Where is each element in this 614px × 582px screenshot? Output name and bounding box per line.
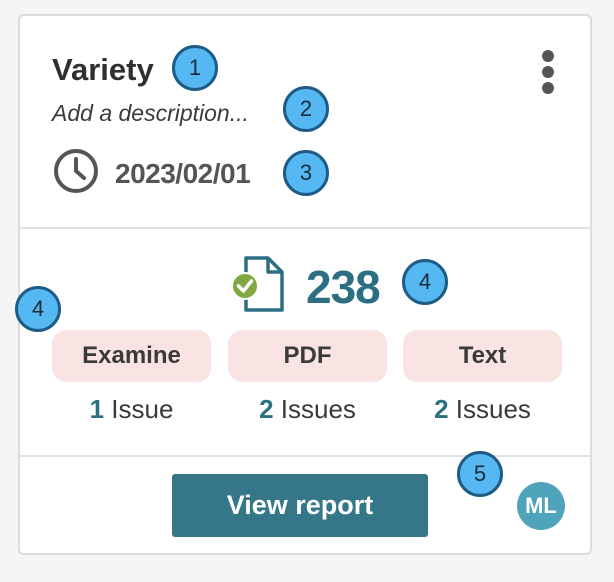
issue-count-pdf: 2 Issues: [228, 394, 387, 425]
kebab-menu-icon[interactable]: [540, 50, 556, 96]
annotation-marker: 1: [172, 45, 218, 91]
date-text: 2023/02/01: [115, 157, 251, 189]
issue-label: Issue: [111, 394, 174, 424]
category-pdf[interactable]: PDF: [228, 330, 387, 382]
issue-label: Issues: [455, 394, 531, 424]
clock-icon: [52, 147, 100, 200]
document-count-row: 238: [230, 254, 381, 319]
card-title[interactable]: Variety: [52, 52, 154, 88]
view-report-button[interactable]: View report: [172, 474, 428, 537]
issue-number: 2: [434, 394, 449, 424]
annotation-marker: 4: [15, 286, 61, 332]
issue-count-examine: 1 Issue: [52, 394, 211, 425]
annotation-marker: 3: [283, 150, 329, 196]
document-check-icon: [230, 254, 288, 319]
issue-count-text: 2 Issues: [403, 394, 562, 425]
issue-number: 2: [259, 394, 274, 424]
divider: [20, 227, 590, 229]
description-field[interactable]: Add a description...: [52, 100, 249, 127]
annotation-marker: 2: [283, 86, 329, 132]
issue-label: Issues: [280, 394, 356, 424]
category-examine[interactable]: Examine: [52, 330, 211, 382]
issue-number: 1: [89, 394, 105, 424]
date-row: 2023/02/01: [52, 147, 251, 200]
avatar[interactable]: ML: [517, 482, 565, 530]
annotation-marker: 5: [457, 451, 503, 497]
category-text[interactable]: Text: [403, 330, 562, 382]
annotation-marker: 4: [402, 259, 448, 305]
divider: [20, 455, 590, 457]
document-count: 238: [306, 260, 381, 313]
